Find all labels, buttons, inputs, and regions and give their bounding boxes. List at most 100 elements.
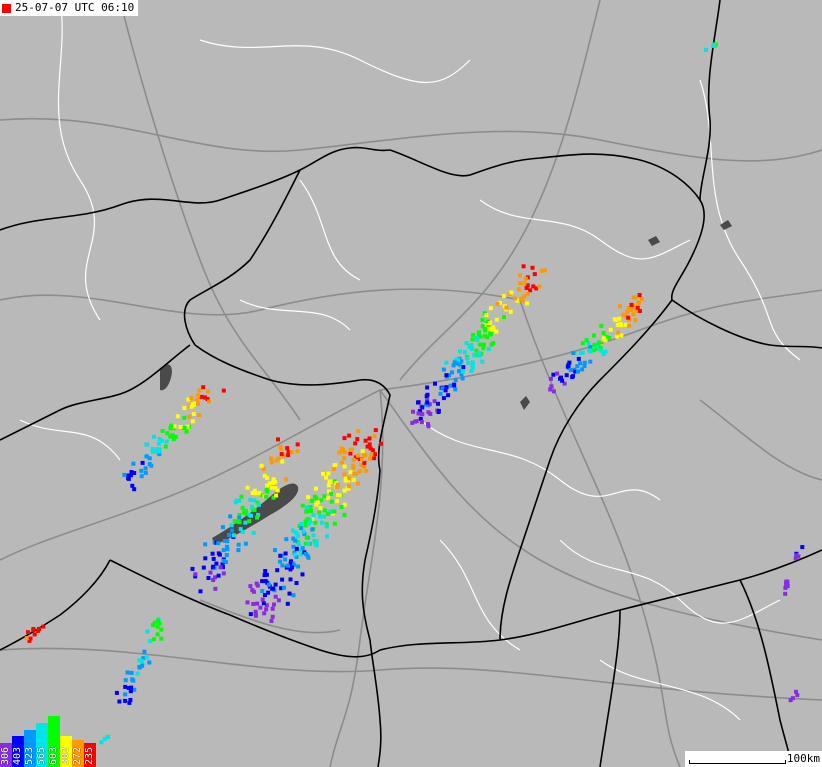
lightning-map[interactable] — [0, 0, 822, 767]
strike-mark — [273, 486, 278, 491]
strike-mark — [131, 678, 136, 683]
strike-mark — [329, 499, 334, 504]
strike-mark — [266, 590, 271, 595]
strike-mark — [306, 495, 311, 500]
scale-bar-label: 100km — [786, 752, 820, 765]
strike-mark — [370, 448, 375, 453]
strike-mark — [239, 494, 244, 499]
strike-mark — [601, 331, 606, 336]
strike-mark — [152, 434, 156, 439]
strike-mark — [289, 450, 294, 455]
strike-mark — [480, 359, 485, 364]
strike-mark — [444, 360, 449, 365]
strike-mark — [249, 504, 254, 509]
strike-mark — [329, 491, 334, 496]
legend-swatch-4: 603 — [48, 716, 60, 767]
strike-mark — [295, 448, 300, 453]
strike-mark — [446, 393, 451, 398]
strike-mark — [463, 350, 467, 355]
strike-mark — [607, 336, 612, 340]
strike-mark — [144, 655, 149, 660]
strike-mark — [453, 387, 458, 392]
strike-mark — [576, 369, 580, 374]
strike-mark — [236, 548, 241, 553]
strike-mark — [135, 671, 140, 676]
strike-mark — [347, 476, 352, 481]
strike-mark — [314, 502, 319, 507]
strike-mark — [309, 498, 314, 503]
strike-mark — [114, 690, 119, 695]
strike-mark — [288, 577, 293, 582]
strike-mark — [243, 520, 248, 525]
strike-mark — [426, 410, 431, 415]
strike-mark — [285, 601, 290, 606]
strike-mark — [326, 483, 331, 488]
strike-mark — [486, 347, 491, 351]
strike-mark — [247, 519, 252, 524]
strike-mark — [260, 579, 265, 584]
strike-mark — [356, 429, 361, 434]
strike-mark — [603, 349, 608, 354]
strike-mark — [279, 452, 284, 457]
strike-mark — [300, 546, 305, 551]
timestamp-label: 25-07-07 UTC 06:10 — [0, 0, 139, 16]
strike-mark — [260, 597, 265, 602]
strike-mark — [26, 630, 30, 635]
strike-mark — [251, 602, 256, 606]
strike-mark — [596, 340, 601, 345]
strike-mark — [788, 698, 793, 703]
strike-mark — [712, 42, 716, 47]
strike-mark — [425, 392, 430, 397]
strike-mark — [337, 493, 342, 498]
strike-mark — [276, 437, 280, 442]
strike-mark — [360, 449, 365, 454]
strike-mark — [367, 436, 372, 441]
strike-mark — [369, 452, 374, 457]
strike-mark — [508, 309, 513, 314]
strike-mark — [530, 265, 535, 270]
strike-mark — [438, 391, 443, 396]
strike-mark — [163, 444, 168, 449]
strike-mark — [637, 308, 642, 313]
strike-mark — [31, 628, 36, 633]
strike-mark — [488, 306, 493, 311]
strike-mark — [483, 334, 488, 339]
strike-mark — [319, 520, 324, 525]
strike-mark — [196, 401, 200, 406]
strike-mark — [495, 302, 500, 306]
strike-mark — [159, 439, 164, 443]
strike-mark — [618, 304, 622, 309]
strike-mark — [458, 349, 462, 354]
legend-swatch-2: 523 — [24, 730, 36, 767]
strike-mark — [342, 464, 347, 469]
strike-mark — [307, 521, 312, 526]
strike-mark — [489, 342, 494, 347]
strike-mark — [452, 382, 457, 387]
strike-mark — [342, 456, 347, 461]
strike-mark — [531, 284, 536, 289]
strike-mark — [324, 475, 329, 480]
strike-mark — [461, 365, 466, 370]
strike-mark — [187, 414, 192, 419]
strike-mark — [615, 334, 620, 339]
strike-mark — [483, 328, 488, 333]
strike-mark — [197, 388, 202, 393]
strike-mark — [175, 414, 180, 419]
strike-mark — [524, 286, 529, 290]
legend-swatch-5: 302 — [60, 736, 72, 767]
strike-mark — [139, 468, 144, 473]
strike-mark — [173, 434, 178, 439]
strike-mark — [308, 505, 313, 510]
strike-mark — [411, 409, 415, 414]
strike-mark — [196, 393, 201, 398]
scale-bar: 100km — [685, 751, 822, 767]
strike-mark — [259, 463, 264, 468]
strike-mark — [280, 577, 285, 582]
strike-mark — [416, 411, 421, 416]
strike-mark — [305, 509, 310, 514]
strike-mark — [228, 514, 233, 519]
strike-mark — [619, 333, 624, 338]
strike-mark — [636, 301, 641, 306]
strike-mark — [466, 360, 471, 365]
strike-mark — [270, 614, 275, 619]
